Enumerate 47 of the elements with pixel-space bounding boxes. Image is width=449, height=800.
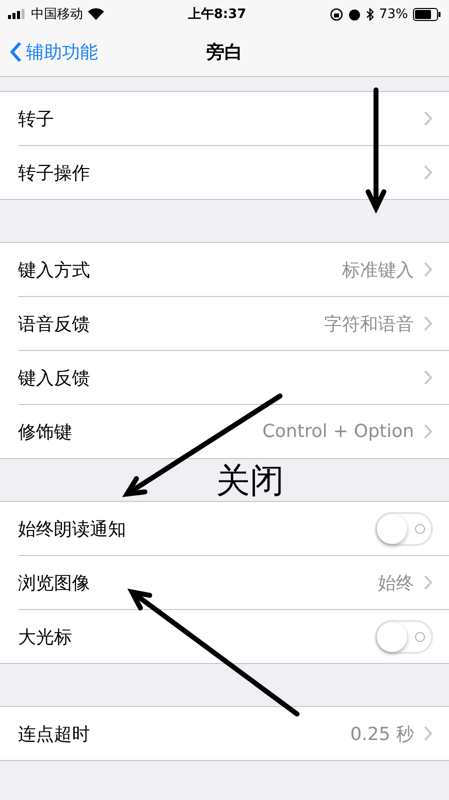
chevron-icon	[424, 262, 433, 277]
back-button[interactable]: 辅助功能	[10, 40, 98, 64]
chevron-icon	[424, 165, 433, 180]
annotation-label: 关闭	[216, 460, 284, 503]
battery-percent: 73%	[379, 6, 408, 22]
settings-row[interactable]: 浏览图像 始终	[18, 556, 449, 610]
row-label: 浏览图像	[18, 572, 91, 594]
row-value: Control + Option	[262, 421, 414, 442]
settings-row[interactable]: 键入反馈	[18, 351, 449, 405]
row-value: 0.25 秒	[350, 722, 414, 746]
page-title: 旁白	[206, 41, 242, 64]
wifi-icon	[88, 8, 104, 20]
battery-icon	[413, 8, 441, 20]
row-value: 标准键入	[342, 258, 414, 282]
status-time: 上午8:37	[188, 6, 246, 23]
row-label: 连点超时	[18, 722, 91, 746]
toggle-switch[interactable]	[375, 620, 433, 654]
settings-row[interactable]: 键入方式 标准键入	[18, 243, 449, 297]
bluetooth-icon	[366, 8, 374, 20]
settings-row[interactable]: 语音反馈 字符和语音	[18, 297, 449, 351]
row-label: 键入反馈	[18, 366, 91, 390]
chevron-icon	[424, 370, 433, 385]
row-value: 字符和语音	[324, 312, 414, 336]
chevron-icon	[424, 424, 433, 439]
row-label: 修饰键	[18, 420, 73, 444]
settings-row[interactable]: 转子操作	[18, 146, 449, 199]
row-label: 键入方式	[18, 258, 91, 282]
toggle-switch[interactable]	[375, 512, 433, 546]
settings-row[interactable]: 连点超时 0.25 秒	[18, 707, 449, 760]
chevron-icon	[424, 726, 433, 741]
row-label: 转子操作	[18, 162, 91, 184]
row-label: 转子	[18, 108, 55, 130]
carrier-name: 中国移动	[31, 6, 83, 23]
settings-row[interactable]: 大光标	[18, 610, 449, 663]
row-value: 始终	[378, 572, 414, 594]
chevron-icon	[424, 111, 433, 126]
row-label: 语音反馈	[18, 312, 91, 336]
chevron-icon	[424, 575, 433, 590]
row-label: 始终朗读通知	[18, 518, 127, 540]
back-label: 辅助功能	[26, 41, 98, 64]
chevron-icon	[424, 316, 433, 331]
back-chevron-icon	[10, 42, 22, 62]
row-label: 大光标	[18, 626, 73, 648]
settings-row[interactable]: 始终朗读通知	[18, 502, 449, 556]
settings-row[interactable]: 修饰键 Control + Option	[18, 405, 449, 458]
signal-icon	[8, 9, 26, 19]
settings-row[interactable]: 转子	[18, 92, 449, 146]
